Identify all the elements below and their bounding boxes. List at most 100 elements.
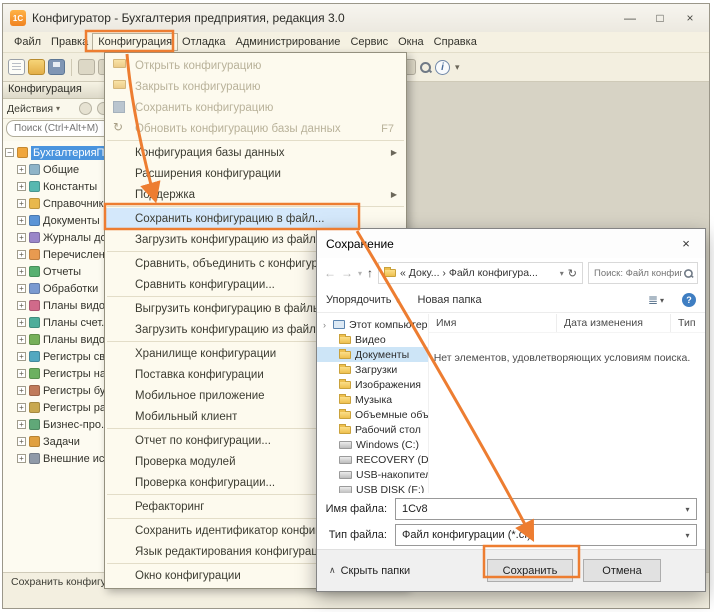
expand-chevron-icon[interactable]: › xyxy=(323,320,329,330)
maximize-button[interactable]: □ xyxy=(645,6,675,30)
filetype-dropdown-arrow-icon[interactable]: ▾ xyxy=(679,531,696,540)
tree-item[interactable]: +Регистры бу... xyxy=(3,382,114,399)
nav-item-drive-c[interactable]: Windows (C:) xyxy=(317,437,428,452)
nav-item-desktop[interactable]: Рабочий стол xyxy=(317,422,428,437)
dialog-search-box[interactable] xyxy=(588,262,698,284)
forward-icon[interactable]: → xyxy=(341,266,353,280)
expand-icon[interactable]: + xyxy=(17,318,26,327)
tree-item[interactable]: +Регистры ра... xyxy=(3,399,114,416)
expand-icon[interactable]: + xyxy=(17,335,26,344)
menubar-item-file[interactable]: Файл xyxy=(9,34,46,50)
breadcrumb[interactable]: « Доку... › Файл конфигура... ▾ ↻ xyxy=(378,262,583,284)
menubar-item-help[interactable]: Справка xyxy=(429,34,482,50)
expand-icon[interactable]: + xyxy=(17,182,26,191)
panel-round-icon-1[interactable] xyxy=(79,102,92,115)
menu-item-extensions[interactable]: Расширения конфигурации xyxy=(105,163,406,184)
expand-icon[interactable]: + xyxy=(17,301,26,310)
filetype-combobox[interactable]: Файл конфигурации (*.cf) ▾ xyxy=(395,524,697,546)
menu-item-close-configuration[interactable]: Закрыть конфигурацию xyxy=(105,76,406,97)
nav-item-music[interactable]: Музыка xyxy=(317,392,428,407)
tree-item[interactable]: +Регистры на... xyxy=(3,365,114,382)
info-icon[interactable]: i xyxy=(435,60,450,75)
expand-icon[interactable]: + xyxy=(17,403,26,412)
tree-item[interactable]: +Общие xyxy=(3,161,114,178)
new-document-icon[interactable] xyxy=(8,59,25,75)
help-icon[interactable]: ? xyxy=(682,293,696,307)
collapse-icon[interactable]: − xyxy=(5,148,14,157)
nav-item-pictures[interactable]: Изображения xyxy=(317,377,428,392)
expand-icon[interactable]: + xyxy=(17,369,26,378)
nav-item-this-pc[interactable]: ›Этот компьютер xyxy=(317,317,428,332)
save-icon[interactable] xyxy=(48,59,65,75)
tree-item[interactable]: +Справочники xyxy=(3,195,114,212)
tree-item[interactable]: +Задачи xyxy=(3,433,114,450)
back-icon[interactable]: ← xyxy=(324,266,336,280)
refresh-icon[interactable]: ↻ xyxy=(568,267,577,280)
menu-item-update-db-configuration[interactable]: ↻Обновить конфигурацию базы данныхF7 xyxy=(105,118,406,139)
nav-item-downloads[interactable]: Загрузки xyxy=(317,362,428,377)
menubar-item-edit[interactable]: Правка xyxy=(46,34,93,50)
minimize-button[interactable]: — xyxy=(615,6,645,30)
nav-item-3d-objects[interactable]: Объемные объ... xyxy=(317,407,428,422)
expand-icon[interactable]: + xyxy=(17,284,26,293)
new-folder-button[interactable]: Новая папка xyxy=(417,294,481,306)
up-icon[interactable]: ↑ xyxy=(367,266,373,280)
nav-item-usb-disk-f[interactable]: USB DISK (F:) xyxy=(317,482,428,493)
open-icon[interactable] xyxy=(28,59,45,75)
tree-item[interactable]: +Документы xyxy=(3,212,114,229)
actions-button[interactable]: Действия xyxy=(7,103,53,115)
tree-item[interactable]: +Отчеты xyxy=(3,263,114,280)
expand-icon[interactable]: + xyxy=(17,352,26,361)
view-mode-icon[interactable]: ≣▾ xyxy=(648,293,664,307)
menu-item-open-configuration[interactable]: Открыть конфигурацию xyxy=(105,55,406,76)
tree-search-input[interactable] xyxy=(6,120,111,137)
menu-item-save-configuration[interactable]: Сохранить конфигурацию xyxy=(105,97,406,118)
tree-item[interactable]: +Планы видо... xyxy=(3,331,114,348)
expand-icon[interactable]: + xyxy=(17,165,26,174)
menubar-item-administration[interactable]: Администрирование xyxy=(231,34,346,50)
actions-dropdown-arrow-icon[interactable]: ▾ xyxy=(56,104,60,113)
tree-item[interactable]: +Константы xyxy=(3,178,114,195)
column-header-date-modified[interactable]: Дата изменения xyxy=(557,314,671,332)
filename-combobox[interactable]: ▾ xyxy=(395,498,697,520)
menubar-item-configuration[interactable]: Конфигурация xyxy=(93,34,177,50)
menu-item-db-configuration[interactable]: Конфигурация базы данных▶ xyxy=(105,142,406,163)
expand-icon[interactable]: + xyxy=(17,267,26,276)
find-icon[interactable] xyxy=(419,61,432,74)
organize-button[interactable]: Упорядочить▾ xyxy=(326,294,399,306)
nav-item-documents[interactable]: Документы xyxy=(317,347,428,362)
column-header-name[interactable]: Имя xyxy=(429,314,557,332)
expand-icon[interactable]: + xyxy=(17,216,26,225)
recent-locations-arrow-icon[interactable]: ▾ xyxy=(358,269,362,278)
column-header-type[interactable]: Тип xyxy=(671,314,705,332)
expand-icon[interactable]: + xyxy=(17,420,26,429)
tree-item[interactable]: +Внешние ис... xyxy=(3,450,114,467)
expand-icon[interactable]: + xyxy=(17,199,26,208)
menubar-item-windows[interactable]: Окна xyxy=(393,34,429,50)
filename-input[interactable] xyxy=(396,503,679,515)
breadcrumb-path[interactable]: « Доку... › Файл конфигура... xyxy=(400,267,556,279)
dialog-close-button[interactable]: × xyxy=(667,229,705,258)
filename-dropdown-arrow-icon[interactable]: ▾ xyxy=(679,505,696,514)
cancel-button[interactable]: Отмена xyxy=(583,559,661,582)
toolbar-overflow-arrow-icon[interactable]: ▾ xyxy=(453,62,462,73)
expand-icon[interactable]: + xyxy=(17,437,26,446)
tree-item[interactable]: +Планы счет... xyxy=(3,314,114,331)
tree-item[interactable]: +Регистры св... xyxy=(3,348,114,365)
tree-item-root[interactable]: −БухгалтерияПред xyxy=(3,144,114,161)
menubar-item-service[interactable]: Сервис xyxy=(345,34,393,50)
nav-item-videos[interactable]: Видео xyxy=(317,332,428,347)
breadcrumb-dropdown-arrow-icon[interactable]: ▾ xyxy=(560,269,564,278)
save-button[interactable]: Сохранить xyxy=(487,559,573,582)
tree-item[interactable]: +Перечислен... xyxy=(3,246,114,263)
tree-item[interactable]: +Обработки xyxy=(3,280,114,297)
tree-item[interactable]: +Бизнес-про... xyxy=(3,416,114,433)
expand-icon[interactable]: + xyxy=(17,386,26,395)
expand-icon[interactable]: + xyxy=(17,454,26,463)
expand-icon[interactable]: + xyxy=(17,233,26,242)
nav-item-usb-drive[interactable]: USB-накопитель xyxy=(317,467,428,482)
menu-item-save-configuration-to-file[interactable]: Сохранить конфигурацию в файл... xyxy=(105,208,406,229)
menu-item-support[interactable]: Поддержка▶ xyxy=(105,184,406,205)
hide-folders-button[interactable]: ∧Скрыть папки xyxy=(329,565,477,577)
cut-icon[interactable] xyxy=(78,59,95,75)
